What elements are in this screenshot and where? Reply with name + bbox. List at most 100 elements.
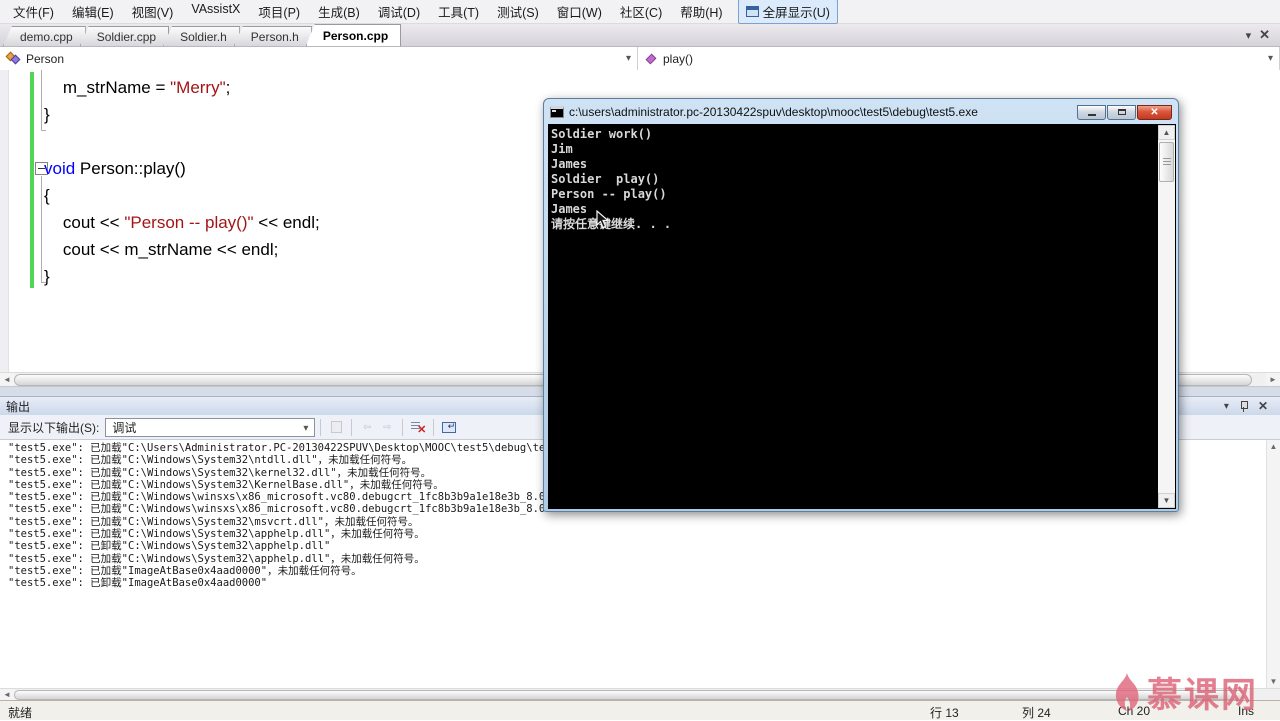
auto-hide-pin-icon[interactable] <box>1239 401 1248 412</box>
output-line: "test5.exe": 已卸载"ImageAtBase0x4aad0000" <box>8 577 1266 589</box>
chevron-down-icon: ▾ <box>303 423 308 434</box>
code-navigation-bar: Person ▾ play() ▾ <box>0 46 1280 70</box>
member-combobox[interactable]: play() ▾ <box>638 47 1280 70</box>
output-line: "test5.exe": 已加载"C:\Windows\System32\app… <box>8 553 1266 565</box>
tab-strip-tabs: demo.cppSoldier.cppSoldier.hPerson.hPers… <box>3 24 395 46</box>
next-message-button[interactable]: ⇨ <box>377 418 397 437</box>
menu-item[interactable]: 调试(D) <box>369 0 429 24</box>
console-line: 请按任意键继续. . . <box>551 217 671 232</box>
code-token: } <box>44 267 50 286</box>
scroll-down-icon[interactable]: ▼ <box>1158 493 1175 508</box>
scroll-left-icon[interactable]: ◄ <box>0 373 14 386</box>
scroll-right-icon[interactable]: ► <box>1266 373 1280 386</box>
next-arrow-icon: ⇨ <box>383 422 391 433</box>
code-line: void Person::play() <box>44 155 320 182</box>
menu-item[interactable]: VAssistX <box>182 0 249 24</box>
fullscreen-label: 全屏显示(U) <box>763 2 830 21</box>
menu-item[interactable]: 测试(S) <box>488 0 548 24</box>
chevron-down-icon[interactable]: ▾ <box>1268 53 1273 64</box>
tab-list-dropdown-icon[interactable]: ▾ <box>1246 29 1252 42</box>
console-title: c:\users\administrator.pc-20130422spuv\d… <box>569 105 978 119</box>
output-line: "test5.exe": 已卸载"C:\Windows\System32\app… <box>8 540 1266 552</box>
close-icon[interactable]: ✕ <box>1258 399 1268 413</box>
indicator-margin <box>0 70 9 372</box>
menu-item[interactable]: 工具(T) <box>429 0 488 24</box>
minimize-icon <box>1088 114 1096 116</box>
mouse-cursor <box>596 210 610 230</box>
editor-code[interactable]: m_strName = "Merry";}void Person::play()… <box>44 74 320 290</box>
window-position-dropdown-icon[interactable]: ▾ <box>1224 401 1229 412</box>
console-line: Jim <box>551 142 671 157</box>
menu-item[interactable]: 窗口(W) <box>548 0 611 24</box>
menu-item[interactable]: 编辑(E) <box>63 0 123 24</box>
scope-value: Person <box>26 52 64 66</box>
maximize-button[interactable] <box>1107 105 1136 120</box>
outline-guide-line <box>41 176 42 282</box>
toolbar-separator <box>320 419 321 436</box>
menu-item[interactable]: 视图(V) <box>123 0 183 24</box>
clear-all-button[interactable]: ✕ <box>408 418 428 437</box>
console-titlebar[interactable]: c:\users\administrator.pc-20130422spuv\d… <box>544 99 1178 125</box>
close-button[interactable]: ✕ <box>1137 105 1172 120</box>
tab-person.cpp[interactable]: Person.cpp <box>306 24 401 46</box>
scope-combobox[interactable]: Person ▾ <box>0 47 638 70</box>
console-vertical-scrollbar[interactable]: ▲ ▼ <box>1158 125 1175 508</box>
keyword-token: void <box>44 159 75 178</box>
tab-demo.cpp[interactable]: demo.cpp <box>3 26 86 46</box>
code-token: { <box>44 186 50 205</box>
menu-item[interactable]: 项目(P) <box>249 0 309 24</box>
code-token: } <box>44 105 50 124</box>
toggle-word-wrap-button[interactable] <box>439 418 459 437</box>
output-line: "test5.exe": 已加载"C:\Windows\System32\msv… <box>8 516 1266 528</box>
scroll-up-icon[interactable]: ▲ <box>1267 440 1280 453</box>
output-panel-title: 输出 <box>6 398 30 415</box>
code-token: cout << <box>44 213 124 232</box>
menubar-items: 文件(F)编辑(E)视图(V)VAssistX项目(P)生成(B)调试(D)工具… <box>4 0 732 24</box>
close-icon: ✕ <box>1150 107 1158 118</box>
fullscreen-icon <box>746 6 759 17</box>
output-horizontal-scrollbar[interactable]: ◄ <box>0 688 1280 700</box>
tab-close-icon[interactable]: ✕ <box>1259 27 1270 43</box>
menu-item[interactable]: 帮助(H) <box>671 0 731 24</box>
tab-soldier.cpp[interactable]: Soldier.cpp <box>80 26 169 46</box>
code-line: m_strName = "Merry"; <box>44 74 320 101</box>
menu-item[interactable]: 文件(F) <box>4 0 63 24</box>
goto-message-button[interactable] <box>326 418 346 437</box>
console-window[interactable]: c:\users\administrator.pc-20130422spuv\d… <box>543 98 1179 512</box>
status-line-number: 行 13 <box>930 704 959 721</box>
flame-icon <box>1111 671 1143 715</box>
outline-guide-line <box>41 70 42 130</box>
previous-message-button[interactable]: ⇦ <box>357 418 377 437</box>
scroll-left-icon[interactable]: ◄ <box>0 689 14 700</box>
menu-item[interactable]: 社区(C) <box>611 0 671 24</box>
menu-bar: 文件(F)编辑(E)视图(V)VAssistX项目(P)生成(B)调试(D)工具… <box>0 0 1280 24</box>
scroll-up-icon[interactable]: ▲ <box>1158 125 1175 140</box>
toolbar-separator <box>433 419 434 436</box>
console-output-text: Soldier work()JimJamesSoldier play()Pers… <box>551 127 671 232</box>
output-line: "test5.exe": 已加载"ImageAtBase0x4aad0000"，… <box>8 565 1266 577</box>
scroll-down-icon[interactable]: ▼ <box>1267 675 1280 688</box>
chevron-down-icon[interactable]: ▾ <box>626 53 631 64</box>
status-ready: 就绪 <box>8 704 32 721</box>
code-line: { <box>44 182 320 209</box>
string-token: "Merry" <box>170 78 226 97</box>
output-vertical-scrollbar[interactable]: ▲ ▼ <box>1266 440 1280 688</box>
menu-item[interactable]: 生成(B) <box>309 0 369 24</box>
tab-strip-controls: ▾ ✕ <box>1246 27 1280 46</box>
code-line: } <box>44 263 320 290</box>
tab-soldier.h[interactable]: Soldier.h <box>163 26 240 46</box>
fullscreen-button[interactable]: 全屏显示(U) <box>738 0 838 24</box>
scrollbar-thumb[interactable] <box>14 690 1244 700</box>
status-bar: 就绪 行 13 列 24 Ch 20 Ins <box>0 700 1280 720</box>
code-line: cout << "Person -- play()" << endl; <box>44 209 320 236</box>
code-token: m_strName = <box>44 78 170 97</box>
minimize-button[interactable] <box>1077 105 1106 120</box>
output-line: "test5.exe": 已加载"C:\Windows\System32\app… <box>8 528 1266 540</box>
output-source-combobox[interactable]: 调试 ▾ <box>105 418 315 437</box>
output-title-controls: ▾ ✕ <box>1224 399 1280 413</box>
tab-person.h[interactable]: Person.h <box>234 26 312 46</box>
string-token: "Person -- play()" <box>124 213 253 232</box>
console-line: Soldier play() <box>551 172 671 187</box>
scrollbar-thumb[interactable] <box>1159 142 1174 182</box>
console-caption-buttons: ✕ <box>1077 105 1172 120</box>
